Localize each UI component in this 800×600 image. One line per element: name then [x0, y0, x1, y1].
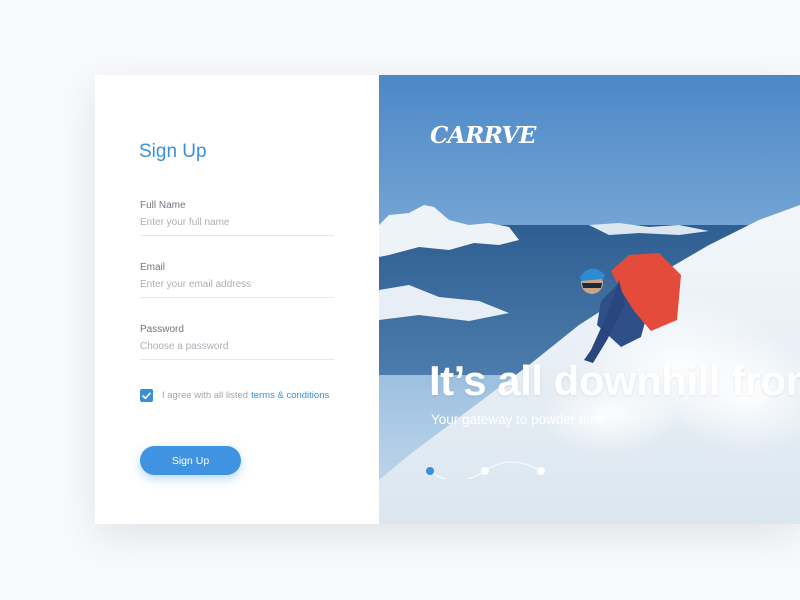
slide-dot-1[interactable]: [426, 467, 434, 475]
signup-form-panel: Sign Up Full Name Email Password I agree…: [95, 75, 379, 524]
email-group: Email: [140, 262, 334, 298]
email-input[interactable]: [140, 279, 334, 298]
terms-agreement: I agree with all listed terms & conditio…: [140, 389, 329, 402]
email-label: Email: [140, 262, 166, 273]
terms-link[interactable]: terms & conditions: [251, 390, 329, 401]
agree-text: I agree with all listed: [162, 390, 249, 401]
hero-subline: Your gateway to powder time: [431, 412, 605, 427]
signup-card: Sign Up Full Name Email Password I agree…: [95, 75, 800, 524]
slide-dot-2[interactable]: [481, 467, 489, 475]
hero-panel: CARRVE It’s all downhill from here Your …: [379, 75, 800, 524]
checkmark-icon: [142, 392, 151, 399]
password-label: Password: [140, 324, 184, 335]
terms-checkbox[interactable]: [140, 389, 153, 402]
full-name-input[interactable]: [140, 217, 334, 236]
slide-dot-3[interactable]: [537, 467, 545, 475]
page-title: Sign Up: [139, 140, 207, 162]
password-input[interactable]: [140, 341, 334, 360]
hero-headline: It’s all downhill from here: [429, 357, 800, 404]
carrve-logo: CARRVE: [430, 122, 536, 149]
sign-up-button[interactable]: Sign Up: [140, 446, 241, 475]
full-name-label: Full Name: [140, 200, 186, 211]
password-group: Password: [140, 324, 334, 360]
full-name-group: Full Name: [140, 200, 334, 236]
slide-indicator: [426, 461, 545, 479]
